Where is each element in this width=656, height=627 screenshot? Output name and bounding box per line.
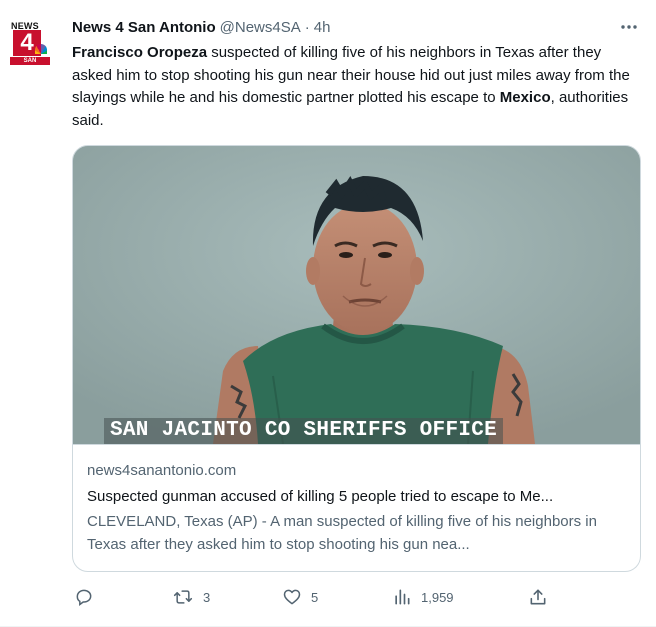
views-icon (395, 589, 410, 605)
mention-francisco-oropeza: Francisco Oropeza (72, 44, 208, 61)
tweet[interactable]: NEWS 4 SAN ANTONIO News 4 San Antonio @N… (0, 0, 656, 627)
more-options-button[interactable] (618, 16, 640, 38)
avatar-bottom-text: SAN ANTONIO (10, 57, 50, 72)
card-description: CLEVELAND, Texas (AP) - A man suspected … (87, 513, 597, 553)
action-bar: 3 5 1,959 (72, 582, 552, 612)
avatar[interactable]: NEWS 4 SAN ANTONIO (9, 20, 52, 72)
mugshot-illustration (73, 146, 640, 444)
share-icon (530, 589, 546, 605)
image-caption: SAN JACINTO CO SHERIFFS OFFICE (104, 418, 504, 444)
like-icon (283, 589, 301, 605)
views-button[interactable]: 1,959 (392, 582, 454, 612)
tweet-text: Francisco Oropeza suspected of killing f… (72, 42, 640, 132)
tweet-header: News 4 San Antonio @News4SA · 4h (72, 17, 330, 37)
share-button[interactable] (528, 582, 548, 612)
peacock-logo-icon (35, 44, 47, 54)
card-domain: news4sanantonio.com (87, 462, 237, 479)
link-card[interactable]: SAN JACINTO CO SHERIFFS OFFICE news4sana… (72, 145, 641, 572)
retweet-icon (173, 590, 193, 604)
mugshot-image[interactable]: SAN JACINTO CO SHERIFFS OFFICE (73, 146, 640, 444)
timestamp[interactable]: 4h (314, 19, 331, 36)
author-name[interactable]: News 4 San Antonio (72, 19, 216, 36)
more-icon (621, 25, 637, 29)
mention-mexico: Mexico (499, 89, 551, 106)
separator-dot: · (304, 18, 310, 36)
like-button[interactable]: 5 (282, 582, 318, 612)
retweet-button[interactable]: 3 (172, 582, 210, 612)
reply-button[interactable] (74, 582, 103, 612)
author-handle[interactable]: @News4SA (220, 19, 301, 36)
card-title: Suspected gunman accused of killing 5 pe… (87, 488, 554, 505)
retweet-count: 3 (203, 589, 211, 605)
like-count: 5 (311, 589, 319, 605)
reply-icon (76, 589, 92, 606)
views-count: 1,959 (421, 589, 454, 605)
card-info[interactable]: news4sanantonio.com Suspected gunman acc… (73, 444, 640, 571)
